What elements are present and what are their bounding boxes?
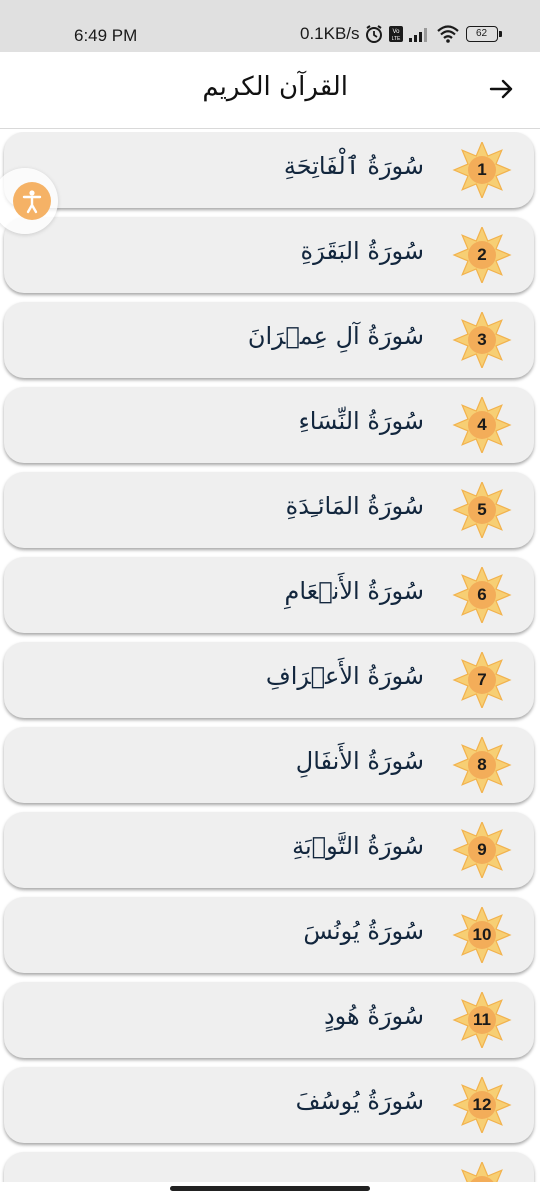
surah-name: سُورَةُ يُونُسَ xyxy=(303,917,424,945)
star-badge-icon: 5 xyxy=(447,480,517,540)
surah-name: سُورَةُ ٱلْفَاتِحَةِ xyxy=(283,152,424,180)
surah-name: سُورَةُ الأَعۡرَافِ xyxy=(265,662,424,690)
star-badge-icon xyxy=(447,1160,517,1182)
surah-name: سُورَةُ الأَنۡعَامِ xyxy=(284,577,425,605)
surah-row[interactable] xyxy=(4,1152,534,1182)
surah-name: سُورَةُ الأَنفَالِ xyxy=(295,747,424,775)
surah-number: 9 xyxy=(477,840,487,859)
arrow-right-icon[interactable] xyxy=(484,72,518,106)
surah-number: 7 xyxy=(477,670,487,689)
surah-number: 5 xyxy=(477,500,487,519)
surah-number: 8 xyxy=(477,755,487,774)
surah-row[interactable]: سُورَةُ البَقَرَةِ 2 xyxy=(4,217,534,293)
surah-row[interactable]: سُورَةُ المَائـِدَةِ 5 xyxy=(4,472,534,548)
star-badge-icon: 10 xyxy=(447,905,517,965)
surah-row[interactable]: سُورَةُ الأَعۡرَافِ 7 xyxy=(4,642,534,718)
signal-icon xyxy=(408,28,427,42)
surah-number xyxy=(447,1162,517,1182)
star-badge-icon: 4 xyxy=(447,395,517,455)
surah-number: 12 xyxy=(472,1095,492,1114)
surah-row[interactable]: سُورَةُ الأَنۡعَامِ 6 xyxy=(4,557,534,633)
status-time: 6:49 PM xyxy=(74,26,138,45)
star-badge-icon: 9 xyxy=(447,820,517,880)
surah-name: سُورَةُ التَّوۡبَةِ xyxy=(292,832,424,860)
surah-row[interactable]: سُورَةُ هُودٍ 11 xyxy=(4,982,534,1058)
status-bar: 6:49 PM 0.1KB/s Vo LTE 62 xyxy=(0,0,540,52)
star-badge-icon: 12 xyxy=(447,1075,517,1135)
surah-name: سُورَةُ آلِ عِمۡرَانَ xyxy=(247,322,424,350)
app-bar: القرآن الكريم xyxy=(0,52,540,129)
star-badge-icon: 3 xyxy=(447,310,517,370)
surah-number: 3 xyxy=(477,330,487,349)
surah-name: سُورَةُ المَائـِدَةِ xyxy=(285,492,424,520)
surah-row[interactable]: سُورَةُ النِّسَاءِ 4 xyxy=(4,387,534,463)
surah-list[interactable]: سُورَةُ ٱلْفَاتِحَةِ 1 سُورَةُ البَقَرَة… xyxy=(0,132,540,1182)
surah-row[interactable]: سُورَةُ آلِ عِمۡرَانَ 3 xyxy=(4,302,534,378)
surah-row[interactable]: سُورَةُ ٱلْفَاتِحَةِ 1 xyxy=(4,132,534,208)
surah-row[interactable]: سُورَةُ التَّوۡبَةِ 9 xyxy=(4,812,534,888)
surah-name: سُورَةُ النِّسَاءِ xyxy=(298,407,424,435)
battery-level: 62 xyxy=(475,28,488,39)
star-badge-icon: 7 xyxy=(447,650,517,710)
surah-number: 6 xyxy=(477,585,487,604)
surah-number: 4 xyxy=(477,415,487,434)
page-title: القرآن الكريم xyxy=(202,72,348,102)
star-badge-icon: 8 xyxy=(447,735,517,795)
surah-row[interactable]: سُورَةُ الأَنفَالِ 8 xyxy=(4,727,534,803)
home-indicator[interactable] xyxy=(170,1186,370,1191)
wifi-icon xyxy=(436,25,459,43)
svg-text:LTE: LTE xyxy=(391,36,400,42)
network-speed: 0.1KB/s xyxy=(300,24,360,43)
surah-name: سُورَةُ يُوسُفَ xyxy=(295,1087,424,1115)
alarm-icon xyxy=(365,25,382,43)
surah-number: 1 xyxy=(477,160,487,179)
surah-name: سُورَةُ البَقَرَةِ xyxy=(300,237,424,265)
surah-name: سُورَةُ هُودٍ xyxy=(323,1002,424,1030)
accessibility-person-icon xyxy=(13,182,51,220)
status-indicators: 0.1KB/s Vo LTE 62 xyxy=(300,24,502,44)
star-badge-icon: 6 xyxy=(447,565,517,625)
star-badge-icon: 2 xyxy=(447,225,517,285)
battery-icon: 62 xyxy=(465,26,502,42)
surah-number: 11 xyxy=(473,1010,491,1029)
surah-row[interactable]: سُورَةُ يُوسُفَ 12 xyxy=(4,1067,534,1143)
svg-text:Vo: Vo xyxy=(392,29,400,35)
volte-icon: Vo LTE xyxy=(388,26,403,42)
surah-row[interactable]: سُورَةُ يُونُسَ 10 xyxy=(4,897,534,973)
star-badge-icon: 1 xyxy=(447,140,517,200)
surah-number: 2 xyxy=(477,245,487,264)
surah-number: 10 xyxy=(472,925,492,944)
star-badge-icon: 11 xyxy=(447,990,517,1050)
